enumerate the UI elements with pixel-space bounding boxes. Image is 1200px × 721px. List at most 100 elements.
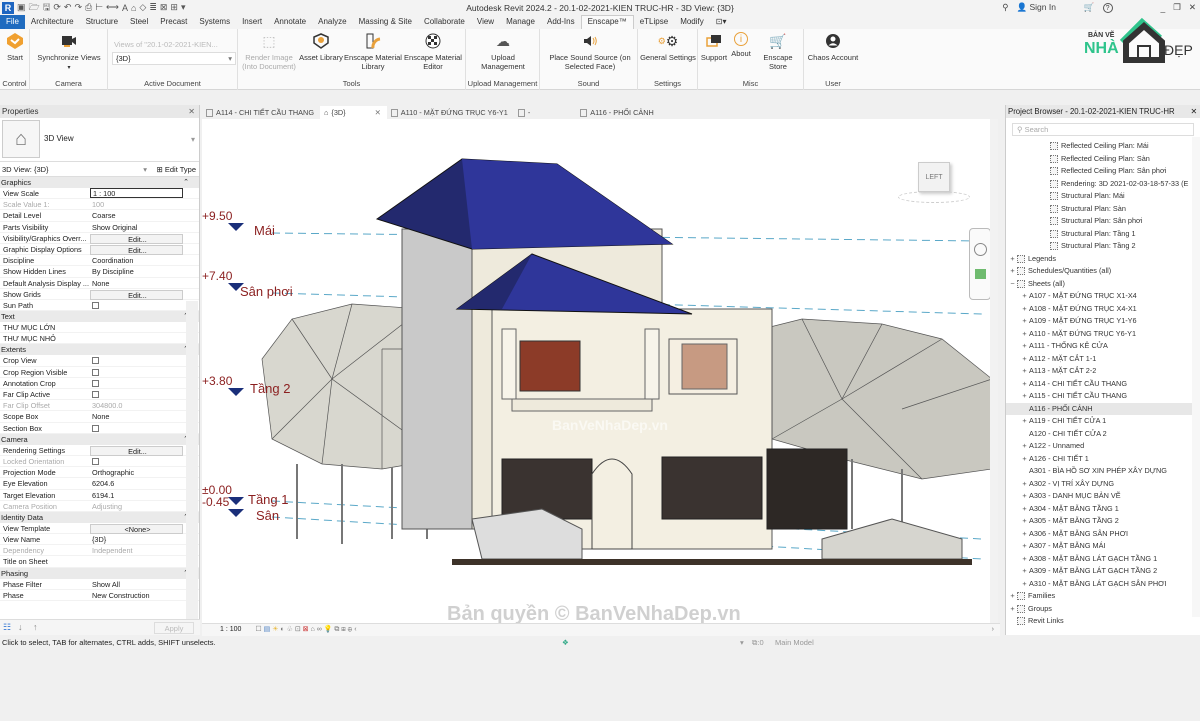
tree-item-sheet[interactable]: + A107 - MẶT ĐỨNG TRỤC X1-X4	[1006, 290, 1200, 303]
customize-qat-icon[interactable]: ▾	[181, 2, 186, 13]
material-editor-button[interactable]: Enscape Material Editor	[402, 32, 464, 71]
section-identity-data[interactable]: Identity Data⌃	[0, 511, 199, 523]
expand-icon[interactable]: +	[1020, 328, 1029, 341]
ribbon-tab-structure[interactable]: Structure	[80, 15, 124, 29]
canvas-vertical-scrollbar[interactable]	[990, 119, 998, 623]
property-value[interactable]	[90, 322, 183, 332]
detail-level-icon[interactable]: ☐	[255, 626, 261, 633]
dimension-icon[interactable]: ⟷	[106, 2, 119, 13]
expand-icon[interactable]: +	[1020, 478, 1029, 491]
property-value[interactable]: Edit...	[90, 289, 183, 300]
expand-icon[interactable]: +	[1020, 390, 1029, 403]
level-marker-icon[interactable]	[228, 509, 244, 517]
property-value[interactable]: {3D}	[90, 534, 183, 544]
property-value[interactable]: <None>	[90, 523, 183, 534]
ribbon-tab-add-ins[interactable]: Add-Ins	[541, 15, 581, 29]
expand-icon[interactable]: +	[1020, 453, 1029, 466]
measure-icon[interactable]: ⊢	[95, 2, 103, 13]
property-value[interactable]: Edit...	[90, 445, 183, 456]
general-settings-button[interactable]: ⚙ ⚙ General Settings	[640, 32, 696, 63]
tree-item-category[interactable]: + Groups	[1006, 603, 1200, 616]
expand-icon[interactable]: +	[1020, 315, 1029, 328]
tree-item-sheet[interactable]: + A110 - MẶT ĐỨNG TRỤC Y6-Y1	[1006, 328, 1200, 341]
ribbon-tab-steel[interactable]: Steel	[124, 15, 154, 29]
tree-item-view[interactable]: Reflected Ceiling Plan: Mái	[1006, 140, 1200, 153]
properties-scrollbar[interactable]	[186, 301, 198, 721]
tree-item-view[interactable]: Structural Plan: Mái	[1006, 190, 1200, 203]
tree-item-sheet[interactable]: + A305 - MẶT BẰNG TẦNG 2	[1006, 515, 1200, 528]
synchronize-views-button[interactable]: Synchronize Views ▾	[34, 32, 104, 73]
ribbon-tab-collaborate[interactable]: Collaborate	[418, 15, 471, 29]
chaos-account-button[interactable]: Chaos Account	[806, 32, 860, 62]
view-tab[interactable]: A110 - MẶT ĐỨNG TRỤC Y6-Y1	[387, 106, 514, 119]
3d-view-icon[interactable]: ⌂	[131, 3, 136, 13]
ribbon-tab-architecture[interactable]: Architecture	[25, 15, 80, 29]
tree-item-sheet[interactable]: + A306 - MẶT BẰNG SÂN PHƠI	[1006, 528, 1200, 541]
highlight-displacement-icon[interactable]: ⊞	[341, 626, 345, 633]
section-graphics[interactable]: Graphics ⌃	[0, 177, 199, 188]
tree-item-sheet[interactable]: + A114 - CHI TIẾT CẦU THANG	[1006, 378, 1200, 391]
print-icon[interactable]: ⎙	[85, 2, 92, 13]
sync-icon[interactable]: ⟳	[53, 2, 61, 13]
property-value[interactable]: None	[90, 278, 183, 288]
level-name[interactable]: Sân phơi	[240, 284, 293, 299]
tree-item-sheet[interactable]: + A307 - MẶT BẰNG MÁI	[1006, 540, 1200, 553]
view-scale-button[interactable]: 1 : 100	[220, 626, 241, 633]
ribbon-tab-analyze[interactable]: Analyze	[312, 15, 352, 29]
sort-desc-icon[interactable]: ↑	[33, 622, 38, 632]
tree-item-view[interactable]: Rendering: 3D 2021-02-03-18-57-33 (E	[1006, 178, 1200, 191]
tree-item-sheet[interactable]: + A109 - MẶT ĐỨNG TRỤC Y1-Y6	[1006, 315, 1200, 328]
property-value[interactable]: New Construction	[90, 590, 183, 600]
view-cube-compass[interactable]	[898, 191, 970, 203]
property-value[interactable]: By Discipline	[90, 266, 183, 276]
tree-item-sheet[interactable]: + A113 - MẶT CẮT 2-2	[1006, 365, 1200, 378]
tree-item-view[interactable]: Structural Plan: Sàn	[1006, 203, 1200, 216]
scroll-left-icon[interactable]: ‹	[354, 626, 356, 633]
hide-crop-icon[interactable]: ⊠	[303, 626, 309, 633]
help-button[interactable]: ?	[1102, 2, 1113, 13]
tree-item-view[interactable]: Reflected Ceiling Plan: Sàn	[1006, 153, 1200, 166]
expand-icon[interactable]: +	[1020, 490, 1029, 503]
level-marker-icon[interactable]	[228, 497, 244, 505]
visual-style-icon[interactable]: ▤	[264, 626, 271, 633]
ribbon-tab-insert[interactable]: Insert	[236, 15, 268, 29]
apply-button[interactable]: Apply	[154, 622, 194, 634]
place-sound-source-button[interactable]: Place Sound Source (on Selected Face)	[548, 32, 632, 71]
contextual-tab-dropdown[interactable]: ⊡▾	[710, 15, 733, 29]
expand-icon[interactable]: +	[1020, 503, 1029, 516]
view-tab[interactable]: A114 - CHI TIẾT CẦU THANG	[202, 106, 320, 119]
expand-icon[interactable]: +	[1020, 340, 1029, 353]
tree-item-sheet[interactable]: + A111 - THỐNG KÊ CỬA	[1006, 340, 1200, 353]
expand-icon[interactable]: +	[1020, 365, 1029, 378]
section-extents[interactable]: Extents⌃	[0, 344, 199, 356]
enscape-store-button[interactable]: 🛒 Enscape Store	[754, 32, 802, 72]
sun-path-icon[interactable]: ☀	[272, 626, 278, 633]
tree-item-sheet[interactable]: + A310 - MẶT BẰNG LÁT GẠCH SÂN PHƠI	[1006, 578, 1200, 591]
expand-icon[interactable]: +	[1020, 353, 1029, 366]
thin-lines-icon[interactable]: ≣	[149, 2, 157, 13]
save-icon[interactable]: 🖫	[43, 0, 51, 16]
ribbon-tab-etlipse[interactable]: eTLipse	[634, 15, 674, 29]
level-marker-icon[interactable]	[228, 388, 244, 396]
3d-view-canvas[interactable]: +9.50 Mái +7.40 Sân phơi +3.80 Tầng 2 ±0.00 Tần…	[202, 119, 997, 623]
minimize-button[interactable]: _	[1161, 3, 1166, 13]
search-input[interactable]: ⚲ Search	[1012, 123, 1194, 136]
tree-item-sheet[interactable]: + A303 - DANH MỤC BẢN VẼ	[1006, 490, 1200, 503]
tree-item-category[interactable]: + Legends	[1006, 253, 1200, 266]
expand-icon[interactable]: +	[1020, 440, 1029, 453]
checkbox[interactable]	[92, 391, 99, 398]
property-value[interactable]	[90, 333, 183, 343]
asset-library-button[interactable]: Asset Library	[298, 32, 344, 62]
undo-icon[interactable]: ↶	[64, 2, 72, 13]
property-value[interactable]	[90, 389, 183, 399]
ribbon-tab-view[interactable]: View	[471, 15, 500, 29]
ribbon-tab-precast[interactable]: Precast	[154, 15, 193, 29]
temp-hide-icon[interactable]: ∞	[317, 626, 322, 633]
text-icon[interactable]: A	[122, 3, 128, 13]
instance-filter[interactable]: 3D View: {3D} ▾ ⊞ Edit Type	[0, 162, 199, 177]
section-text[interactable]: Text⌃	[0, 311, 199, 323]
tree-item-sheet[interactable]: + A119 - CHI TIẾT CỬA 1	[1006, 415, 1200, 428]
lock-view-icon[interactable]: ⌂	[311, 626, 315, 633]
level-marker-icon[interactable]	[228, 223, 244, 231]
sort-asc-icon[interactable]: ↓	[18, 622, 23, 632]
